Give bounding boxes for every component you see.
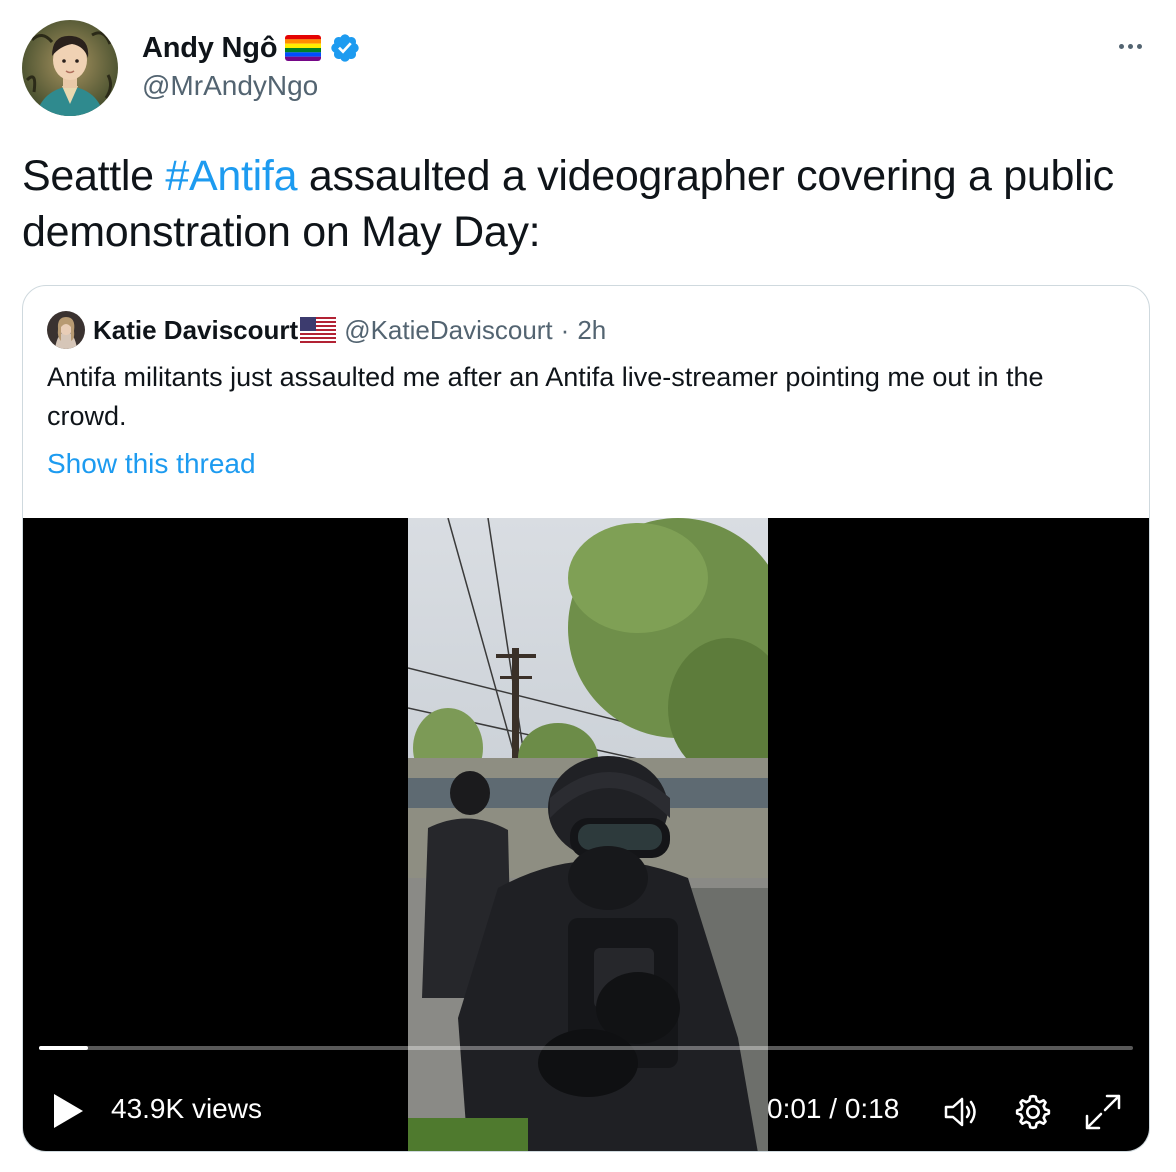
more-options-button[interactable] [1110, 34, 1150, 58]
play-icon [54, 1094, 83, 1128]
quoted-author-avatar[interactable] [47, 311, 85, 349]
quoted-tweet-header: Katie Daviscourt @KatieDaviscourt · 2h [47, 310, 606, 350]
us-flag-emoji [300, 317, 337, 343]
play-button[interactable] [51, 1092, 85, 1130]
video-frame [408, 518, 768, 1151]
author-display-name[interactable]: Andy Ngô [142, 32, 278, 65]
video-controls: 43.9K views 0:01 / 0:18 [23, 1078, 1149, 1138]
video-progress-bar[interactable] [39, 1046, 1133, 1050]
author-handle[interactable]: @MrAndyNgo [142, 70, 318, 102]
fullscreen-button[interactable] [1083, 1092, 1123, 1132]
settings-button[interactable] [1013, 1092, 1053, 1132]
more-dot [1136, 43, 1142, 49]
quoted-author-name[interactable]: Katie Daviscourt [93, 315, 298, 346]
video-progress-fill [39, 1046, 89, 1050]
show-thread-link[interactable]: Show this thread [47, 448, 256, 480]
tweet-text: Seattle #Antifa assaulted a videographer… [22, 148, 1142, 260]
video-player[interactable]: 43.9K views 0:01 / 0:18 [23, 518, 1149, 1151]
hashtag-link[interactable]: #Antifa [165, 152, 297, 200]
separator-dot: · [560, 314, 570, 345]
quoted-tweet-card[interactable]: Katie Daviscourt @KatieDaviscourt · 2h A… [22, 285, 1150, 1152]
author-name-row: Andy Ngô [142, 28, 361, 68]
quoted-author-handle[interactable]: @KatieDaviscourt [344, 315, 552, 346]
view-count: 43.9K views [111, 1093, 262, 1124]
verified-badge-icon [329, 32, 361, 64]
volume-button[interactable] [941, 1092, 981, 1132]
quoted-timestamp[interactable]: 2h [577, 315, 606, 346]
rainbow-flag-emoji [285, 35, 322, 61]
video-time-readout: 0:01 / 0:18 [767, 1093, 900, 1124]
more-dot [1127, 43, 1133, 49]
author-avatar[interactable] [22, 20, 118, 116]
volume-icon [944, 1097, 976, 1127]
fullscreen-expand-icon [1085, 1094, 1121, 1130]
quoted-tweet-text: Antifa militants just assaulted me after… [47, 362, 1044, 431]
settings-gear-icon [1015, 1094, 1051, 1130]
tweet-text-start: Seattle [22, 152, 166, 200]
more-horizontal-icon [1118, 43, 1124, 49]
